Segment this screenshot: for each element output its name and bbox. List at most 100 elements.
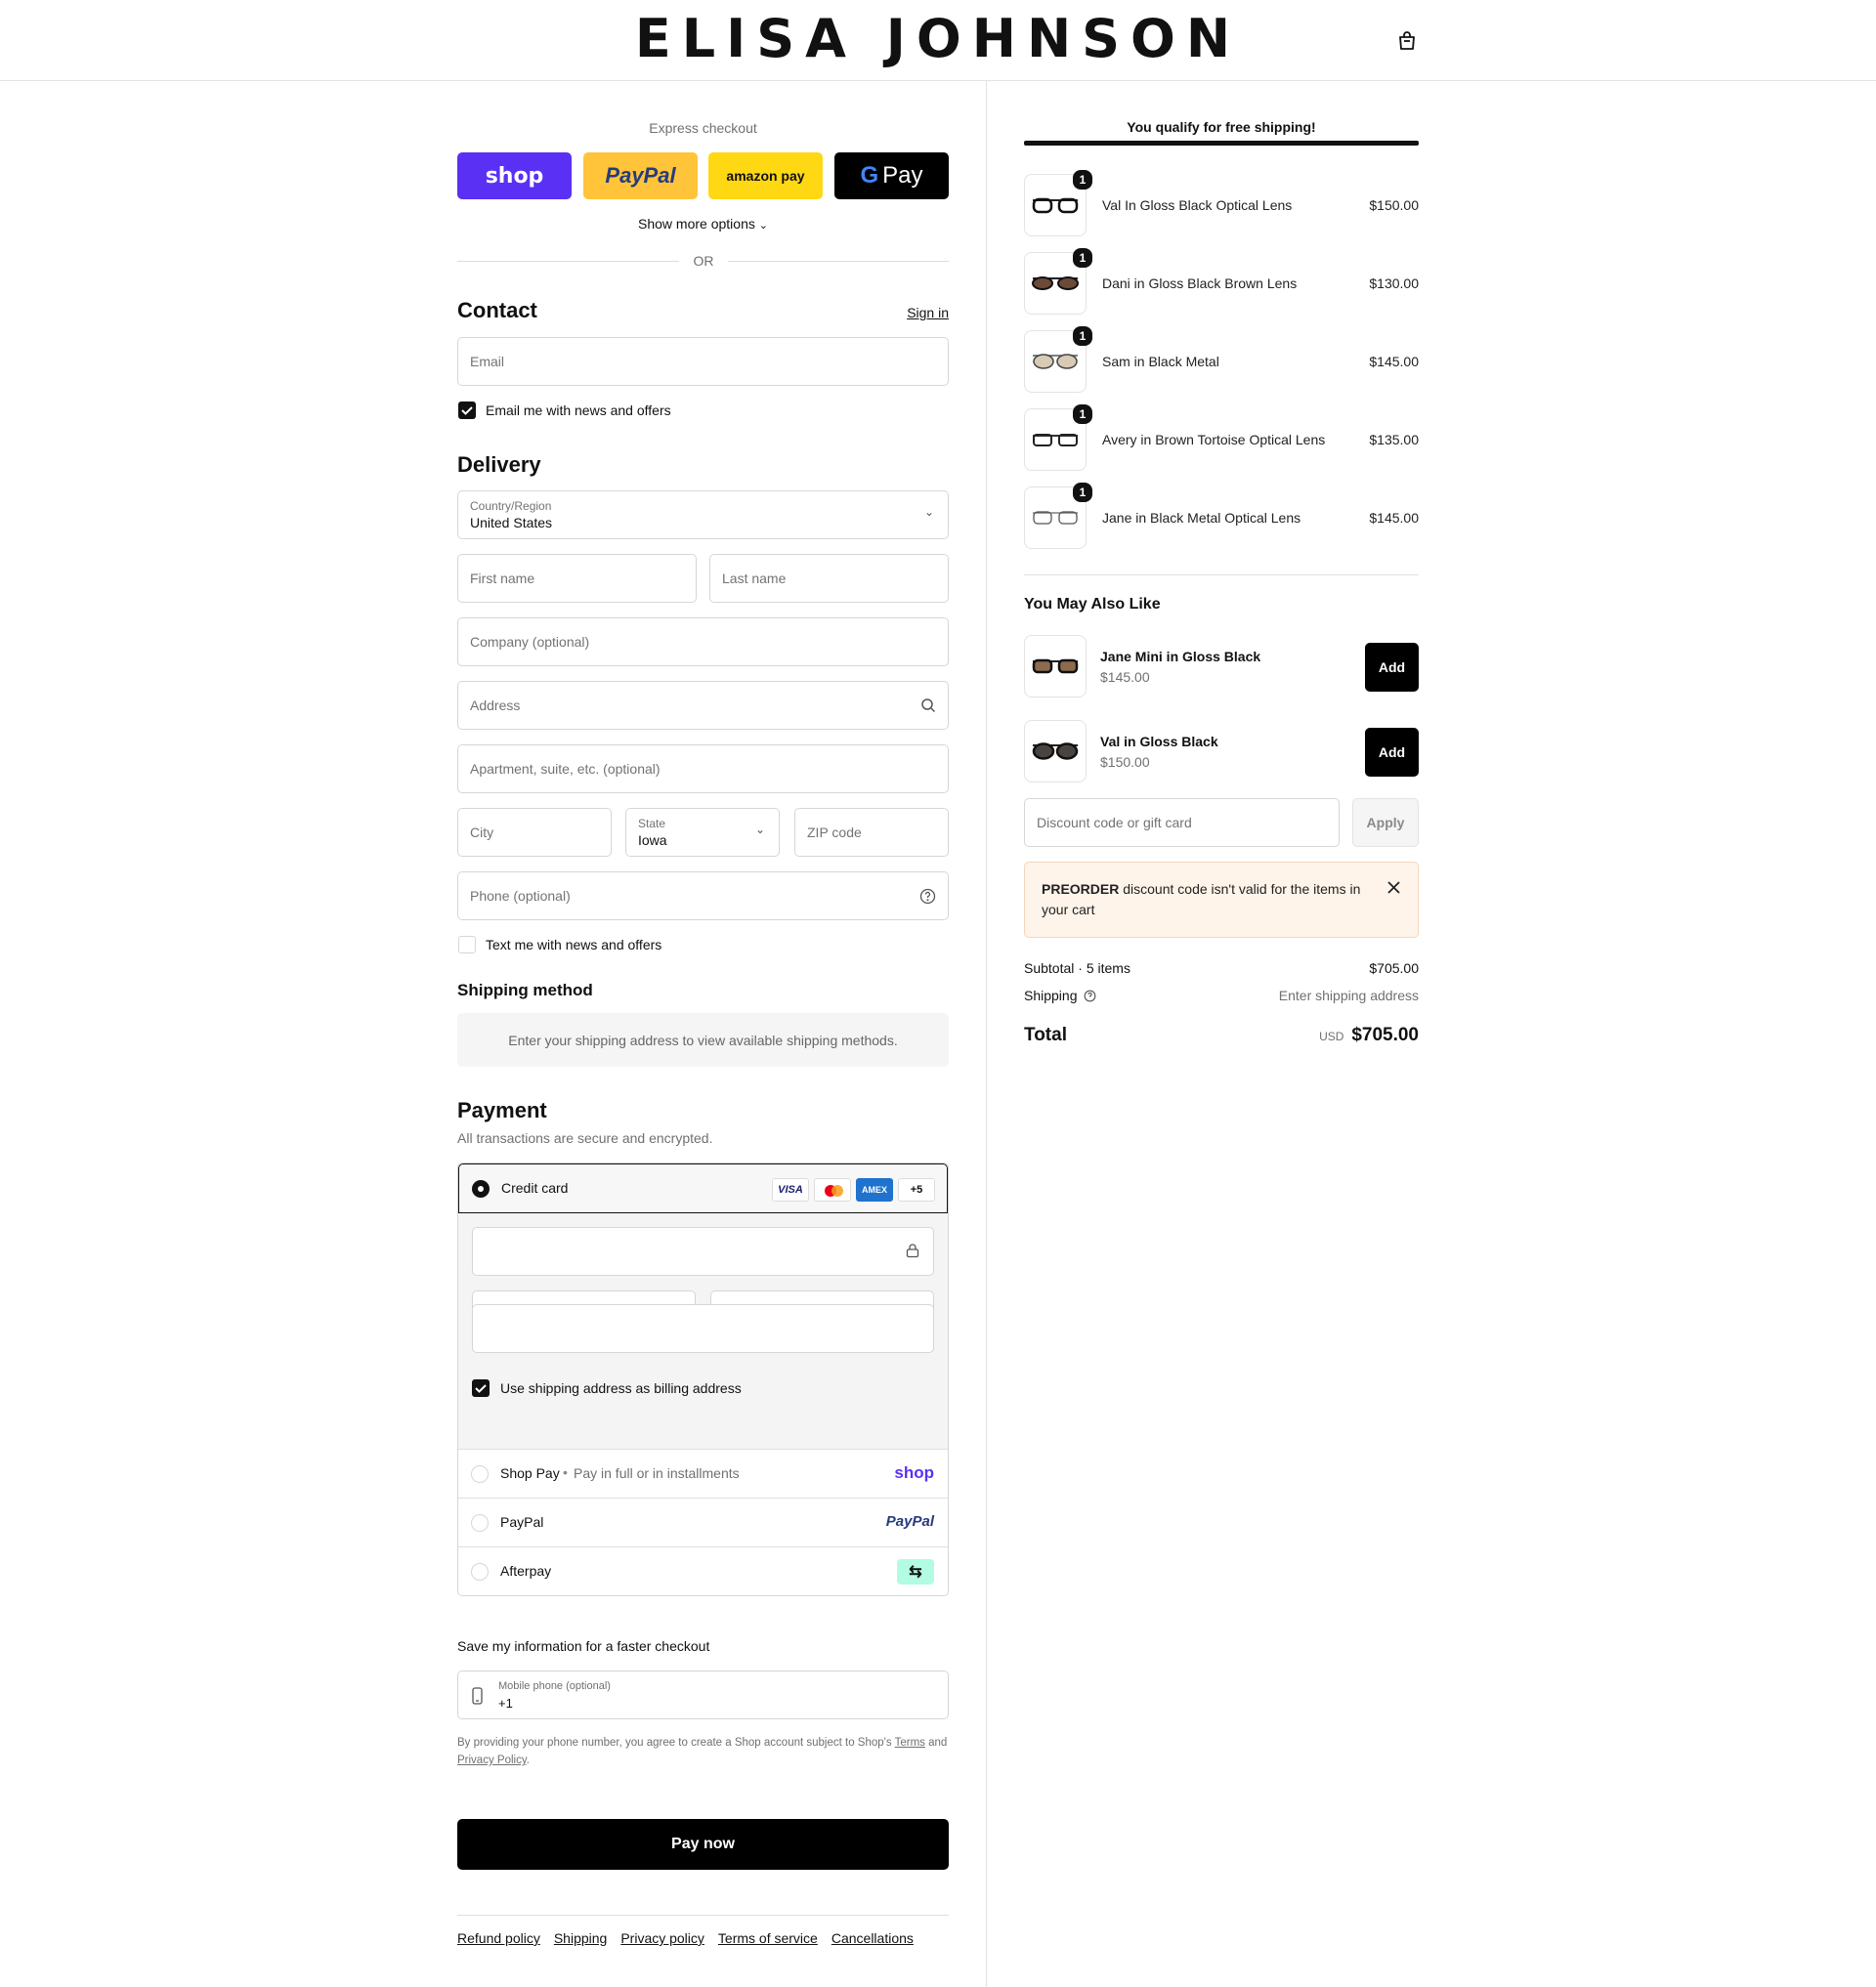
credit-card-option[interactable]: Credit card VISA AMEX +5 (458, 1163, 948, 1213)
upsell-add-button[interactable]: Add (1365, 643, 1419, 692)
line-item-price: $130.00 (1369, 275, 1419, 291)
shop-privacy-link[interactable]: Privacy Policy (457, 1754, 527, 1766)
card-number-input[interactable] (472, 1227, 934, 1276)
google-pay-express-button[interactable]: G Pay (834, 152, 949, 199)
shipping-method-message: Enter your shipping address to view avai… (508, 1032, 898, 1048)
shop-pay-express-button[interactable]: shop (457, 152, 572, 199)
separator-dot: • (563, 1464, 568, 1480)
billing-same-checkbox[interactable] (472, 1379, 490, 1397)
upsell-heading: You May Also Like (1024, 596, 1161, 613)
cart-icon[interactable] (1395, 29, 1419, 53)
amazon-pay-logo: amazon pay (726, 168, 805, 184)
shop-terms-link[interactable]: Terms (895, 1737, 925, 1749)
sign-in-link[interactable]: Sign in (879, 305, 949, 320)
upsell-thumbnail (1024, 720, 1087, 782)
first-name-input[interactable]: First name (457, 554, 697, 603)
save-info-legal: By providing your phone number, you agre… (457, 1734, 949, 1769)
shipping-label-row: Shipping (1024, 988, 1096, 1003)
mastercard-icon (814, 1178, 851, 1202)
line-item-price: $145.00 (1369, 354, 1419, 369)
quantity-badge: 1 (1073, 404, 1092, 424)
close-icon[interactable] (1387, 881, 1400, 894)
sunglasses-icon (1032, 742, 1079, 760)
afterpay-option[interactable]: Afterpay ⇆ (458, 1546, 948, 1595)
line-item-name: Jane in Black Metal Optical Lens (1102, 510, 1301, 526)
terms-of-service-link[interactable]: Terms of service (718, 1930, 818, 1946)
line-item-price: $150.00 (1369, 197, 1419, 213)
paypal-label: PayPal (500, 1514, 544, 1530)
cancellations-link[interactable]: Cancellations (831, 1930, 914, 1946)
line-item-name: Dani in Gloss Black Brown Lens (1102, 275, 1298, 291)
country-select[interactable]: Country/Region United States ⌄ (457, 490, 949, 539)
sunglasses-icon (1032, 276, 1079, 290)
card-fields-panel (458, 1213, 948, 1384)
text-news-checkbox[interactable] (458, 936, 476, 953)
help-icon[interactable] (919, 888, 936, 905)
upsell-name: Jane Mini in Gloss Black (1100, 649, 1261, 664)
or-divider-right (728, 261, 949, 262)
add-label: Add (1378, 744, 1406, 760)
show-more-options[interactable]: Show more options ⌄ (457, 216, 949, 232)
zip-input[interactable]: ZIP code (794, 808, 949, 857)
shop-pay-radio[interactable] (471, 1465, 489, 1483)
discount-error-text: PREORDER discount code isn't valid for t… (1042, 879, 1364, 920)
email-placeholder: Email (470, 354, 505, 369)
shipping-method-notice: Enter your shipping address to view avai… (457, 1013, 949, 1067)
discount-code-input[interactable]: Discount code or gift card (1024, 798, 1340, 847)
first-name-placeholder: First name (470, 571, 535, 586)
chevron-down-icon: ⌄ (923, 505, 934, 519)
quantity-badge: 1 (1073, 248, 1092, 268)
payment-methods-group: Credit card VISA AMEX +5 Use shipping ad… (457, 1163, 949, 1596)
afterpay-radio[interactable] (471, 1563, 489, 1581)
apartment-input[interactable]: Apartment, suite, etc. (optional) (457, 744, 949, 793)
paypal-express-button[interactable]: PayPal (583, 152, 698, 199)
quantity-badge: 1 (1073, 483, 1092, 502)
state-select[interactable]: State Iowa ⌄ (625, 808, 780, 857)
help-icon[interactable] (1084, 990, 1096, 1002)
sunglasses-icon (1033, 354, 1078, 369)
brand-logo[interactable]: ELISA JOHNSON (0, 8, 1876, 69)
glasses-icon (1032, 197, 1079, 214)
email-input[interactable]: Email (457, 337, 949, 386)
line-item-name: Val In Gloss Black Optical Lens (1102, 197, 1293, 213)
upsell-add-button[interactable]: Add (1365, 728, 1419, 777)
pay-now-button[interactable]: Pay now (457, 1819, 949, 1870)
credit-card-radio[interactable] (472, 1180, 490, 1198)
chevron-down-icon: ⌄ (754, 823, 765, 836)
shop-pay-sub: Pay in full or in installments (574, 1465, 740, 1481)
refund-policy-link[interactable]: Refund policy (457, 1930, 540, 1946)
paypal-radio[interactable] (471, 1514, 489, 1532)
last-name-input[interactable]: Last name (709, 554, 949, 603)
amazon-pay-express-button[interactable]: amazon pay (708, 152, 823, 199)
state-label: State (638, 817, 666, 830)
google-g-icon: G (860, 162, 879, 189)
column-divider (986, 81, 987, 1987)
shop-pay-option[interactable]: Shop Pay • Pay in full or in installment… (458, 1449, 948, 1498)
mobile-phone-input[interactable]: Mobile phone (optional) +1 (457, 1670, 949, 1719)
apply-button[interactable]: Apply (1352, 798, 1419, 847)
express-checkout-title: Express checkout (649, 120, 757, 136)
paypal-option[interactable]: PayPal PayPal (458, 1498, 948, 1546)
or-divider-label: OR (693, 253, 714, 269)
privacy-policy-link[interactable]: Privacy policy (620, 1930, 704, 1946)
last-name-placeholder: Last name (722, 571, 787, 586)
card-name-input[interactable] (472, 1304, 934, 1353)
quantity-badge: 1 (1073, 170, 1092, 190)
upsell-thumbnail (1024, 635, 1087, 698)
shipping-label: Shipping (1024, 988, 1078, 1003)
checkmark-icon (475, 1384, 487, 1393)
address-input[interactable]: Address (457, 681, 949, 730)
shipping-link[interactable]: Shipping (554, 1930, 608, 1946)
city-input[interactable]: City (457, 808, 612, 857)
shop-pay-logo: shop (894, 1463, 934, 1482)
phone-input[interactable]: Phone (optional) (457, 871, 949, 920)
discount-placeholder: Discount code or gift card (1037, 815, 1192, 830)
email-news-checkbox[interactable] (458, 402, 476, 419)
card-name-panel: Use shipping address as billing address (458, 1304, 948, 1449)
pay-now-label: Pay now (671, 1836, 735, 1852)
company-input[interactable]: Company (optional) (457, 617, 949, 666)
quantity-badge: 1 (1073, 326, 1092, 346)
summary-divider (1024, 574, 1419, 575)
total-value: $705.00 (1351, 1025, 1419, 1045)
more-cards-badge: +5 (898, 1178, 935, 1202)
